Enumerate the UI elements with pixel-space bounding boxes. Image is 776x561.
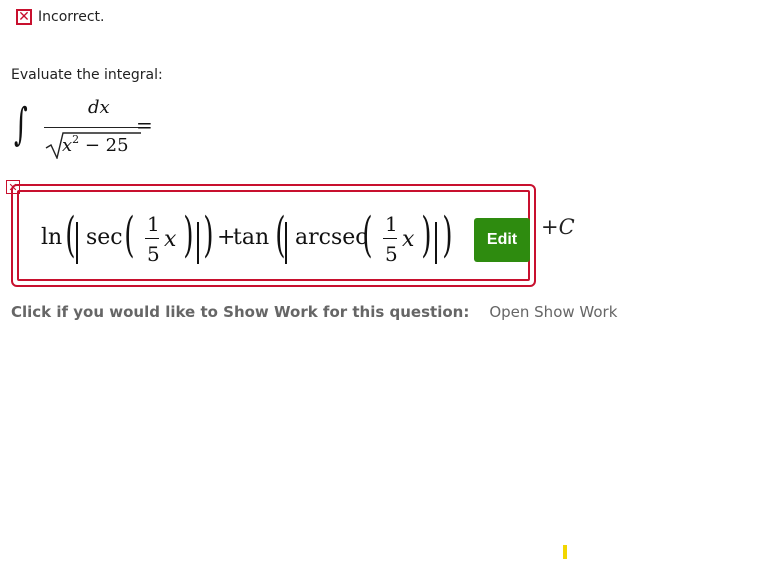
integral-expression: ∫ dx x2 − 25 =	[14, 97, 174, 159]
feedback-status: Incorrect.	[38, 9, 105, 25]
left-paren: (	[124, 207, 135, 263]
edit-button[interactable]: Edit	[474, 218, 530, 262]
answer-box[interactable]: ln ( sec ( 1 5 x ) ) + tan ( arcsec ( 1 …	[11, 184, 536, 287]
integral-denominator: x2 − 25	[62, 133, 129, 156]
open-show-work-link[interactable]: Open Show Work	[489, 303, 617, 321]
integral-sign-icon: ∫	[14, 99, 28, 150]
show-work-label: Click if you would like to Show Work for…	[11, 303, 470, 321]
abs-bar	[197, 222, 199, 264]
right-paren: )	[442, 207, 453, 263]
answer-box-inner[interactable]: ln ( sec ( 1 5 x ) ) + tan ( arcsec ( 1 …	[17, 190, 530, 281]
fraction-numerator: 1	[385, 212, 398, 236]
sec-function: sec	[86, 225, 123, 250]
constant-of-integration: +C	[541, 215, 575, 239]
right-paren: )	[203, 207, 214, 263]
fraction-denominator: 5	[147, 242, 160, 266]
x-mark-icon: ✕	[16, 9, 32, 25]
left-paren: (	[275, 207, 286, 263]
variable-x: x	[402, 227, 415, 252]
arcsec-function: arcsec	[295, 225, 368, 250]
abs-bar	[435, 222, 437, 264]
equals-sign: =	[136, 113, 153, 137]
feedback-row: ✕ Incorrect.	[16, 9, 104, 25]
question-prompt: Evaluate the integral:	[11, 67, 163, 83]
right-paren: )	[421, 207, 432, 263]
integral-numerator: dx	[88, 97, 110, 118]
variable-x: x	[164, 227, 177, 252]
abs-bar	[76, 222, 78, 264]
fraction-numerator: 1	[147, 212, 160, 236]
show-work-row: Click if you would like to Show Work for…	[11, 303, 617, 321]
left-paren: (	[362, 207, 373, 263]
tan-function: tan	[233, 225, 270, 250]
text-cursor-marker	[563, 545, 567, 559]
fraction-bar	[383, 238, 397, 239]
fraction-bar	[145, 238, 159, 239]
left-paren: (	[65, 207, 76, 263]
abs-bar	[285, 222, 287, 264]
answer-expression: ln ( sec ( 1 5 x ) ) + tan ( arcsec ( 1 …	[19, 192, 479, 287]
fraction-bar	[44, 127, 144, 128]
ln-function: ln	[41, 225, 63, 250]
right-paren: )	[183, 207, 194, 263]
fraction-denominator: 5	[385, 242, 398, 266]
